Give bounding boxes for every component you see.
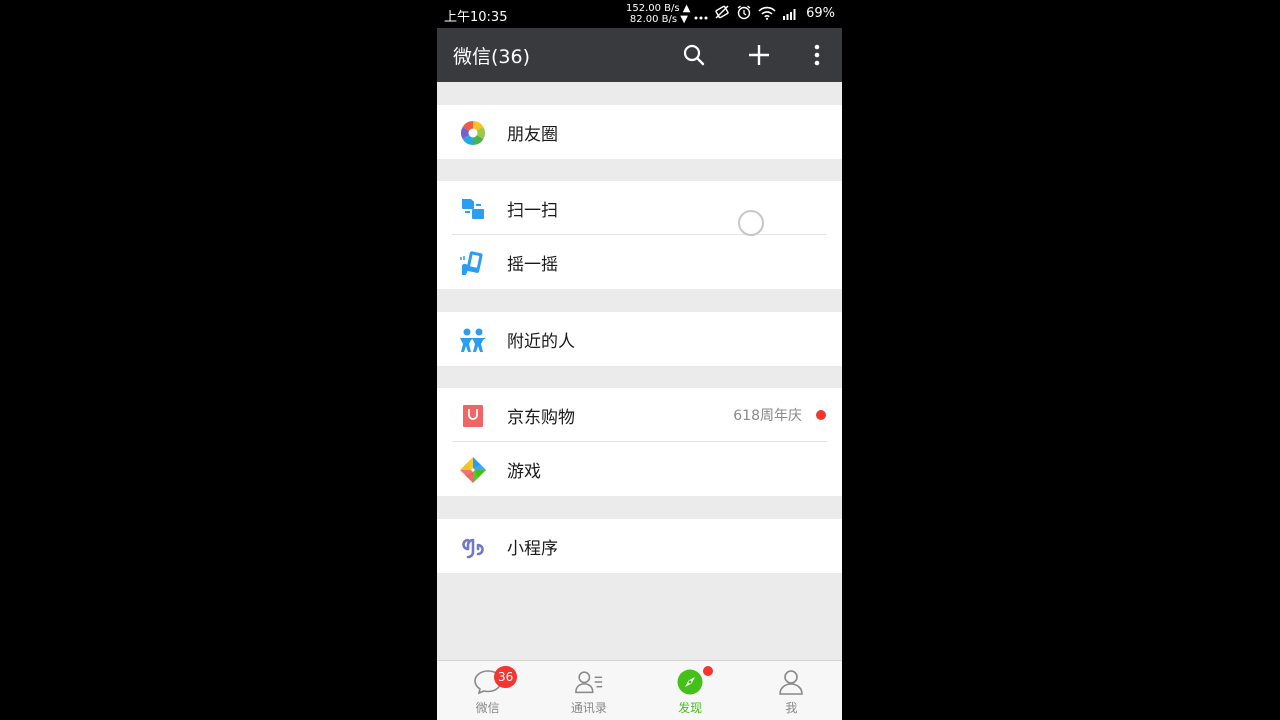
menu-item-games[interactable]: 游戏 [437, 442, 842, 496]
menu-item-label: 京东购物 [507, 407, 575, 428]
group-moments: 朋友圈 [437, 105, 842, 159]
tab-me[interactable]: 我 [741, 661, 842, 720]
group-nearby: 附近的人 [437, 312, 842, 366]
touch-indicator [738, 210, 764, 236]
menu-item-label: 扫一扫 [507, 200, 558, 221]
search-icon [683, 44, 705, 66]
notification-dot [702, 666, 713, 676]
group-scan-shake: 扫一扫 摇一摇 [437, 181, 842, 289]
more-options-button[interactable] [802, 40, 832, 70]
person-icon [776, 668, 806, 696]
shake-icon [459, 249, 487, 277]
search-button[interactable] [679, 40, 709, 70]
menu-item-label: 摇一摇 [507, 254, 558, 275]
menu-item-moments[interactable]: 朋友圈 [437, 105, 842, 159]
alarm-icon [736, 4, 752, 24]
compass-icon [675, 668, 705, 696]
menu-item-mini-programs[interactable]: 小程序 [437, 519, 842, 573]
menu-item-label: 朋友圈 [507, 124, 558, 145]
rotation-off-icon [714, 4, 730, 24]
network-speed: 152.00 B/s ▲ 82.00 B/s ▼ [626, 3, 691, 25]
unread-badge: 36 [494, 666, 518, 688]
menu-item-people-nearby[interactable]: 附近的人 [437, 312, 842, 366]
more-dots-icon [694, 5, 708, 24]
tab-label: 发现 [678, 701, 703, 715]
tab-label: 我 [785, 701, 798, 715]
menu-item-label: 小程序 [507, 538, 558, 559]
more-vert-icon [814, 44, 820, 66]
top-bar: 微信(36) [437, 28, 842, 82]
tab-chats[interactable]: 36 微信 [437, 661, 538, 720]
add-icon [749, 45, 769, 65]
tab-discover[interactable]: 发现 [640, 661, 741, 720]
menu-item-scan[interactable]: 扫一扫 [437, 181, 842, 235]
tab-label: 微信 [475, 701, 500, 715]
contacts-icon [574, 668, 604, 696]
menu-item-label: 附近的人 [507, 331, 575, 352]
wifi-icon [758, 5, 776, 24]
status-icons [694, 4, 798, 24]
signal-icon [782, 5, 798, 24]
download-speed: 82.00 B/s ▼ [629, 14, 688, 25]
add-button[interactable] [744, 40, 774, 70]
tab-label: 通讯录 [570, 701, 607, 715]
menu-item-shake[interactable]: 摇一摇 [437, 235, 842, 289]
group-mini-programs: 小程序 [437, 519, 842, 573]
scan-icon [459, 195, 487, 223]
tab-contacts[interactable]: 通讯录 [538, 661, 639, 720]
mini-program-icon [459, 533, 487, 561]
phone-screen: 上午10:35 152.00 B/s ▲ 82.00 B/s ▼ 69% 微信(… [437, 0, 842, 720]
people-nearby-icon [459, 326, 487, 354]
games-icon [459, 456, 487, 484]
status-bar: 上午10:35 152.00 B/s ▲ 82.00 B/s ▼ 69% [437, 0, 842, 28]
upload-speed: 152.00 B/s ▲ [626, 3, 691, 14]
group-shopping-games: 京东购物 618周年庆 游戏 [437, 388, 842, 496]
menu-item-jd-shopping[interactable]: 京东购物 618周年庆 [437, 388, 842, 442]
moments-icon [459, 119, 487, 147]
menu-item-label: 游戏 [507, 461, 541, 482]
battery-level: 69% [806, 6, 835, 21]
page-title: 微信(36) [453, 46, 531, 68]
promo-text: 618周年庆 [733, 408, 802, 424]
status-time: 上午10:35 [444, 10, 508, 25]
jd-shopping-icon [459, 402, 487, 430]
bottom-nav: 36 微信 通讯录 发现 我 [437, 660, 842, 720]
notification-dot [816, 410, 826, 420]
